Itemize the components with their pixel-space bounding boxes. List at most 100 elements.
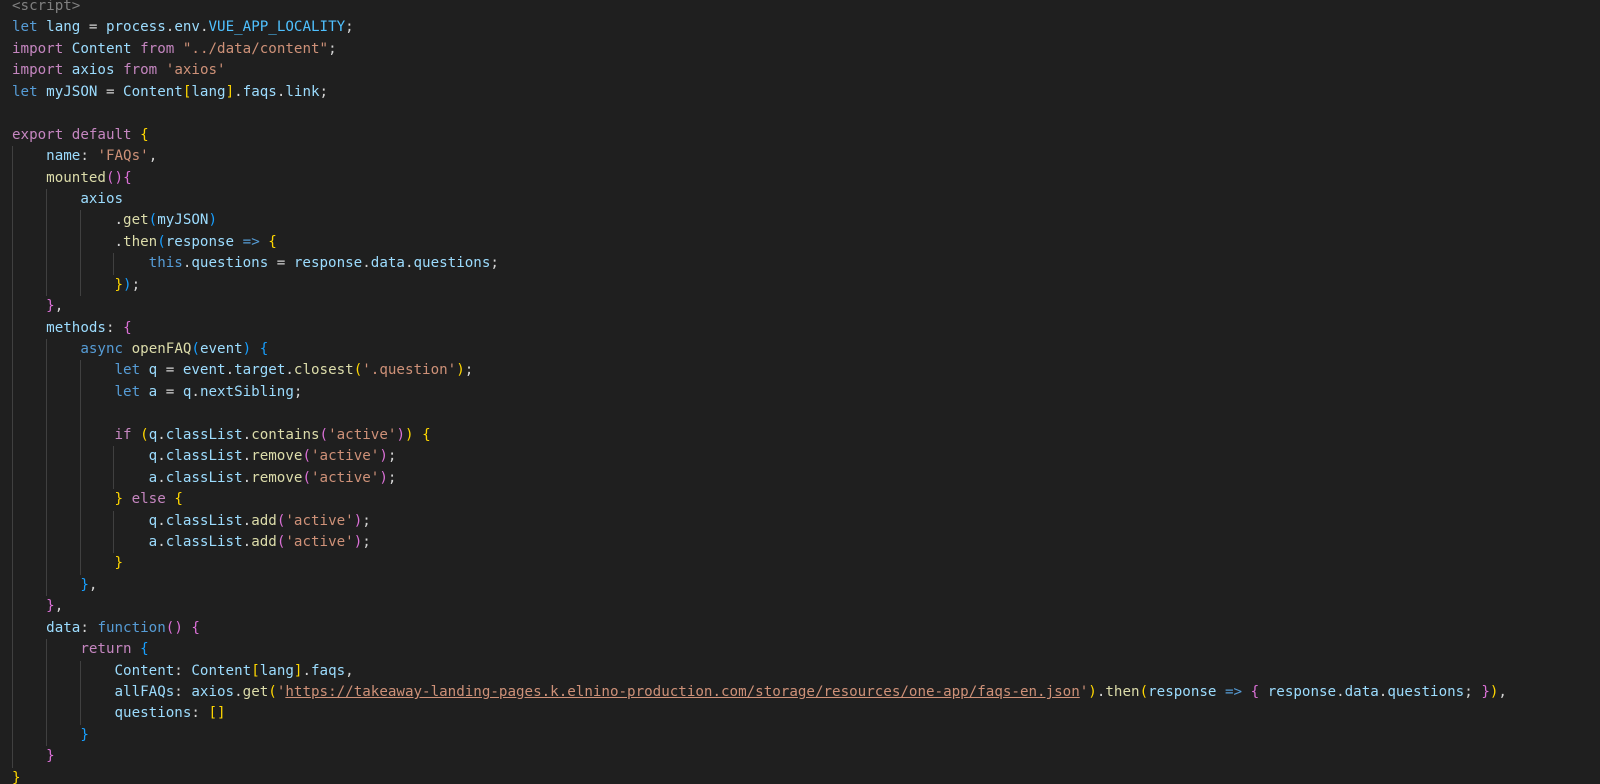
code-token-var: response [1267, 684, 1337, 700]
code-line[interactable]: methods: { [0, 317, 1600, 339]
code-token-op: , [345, 662, 354, 679]
code-line[interactable]: <script> [0, 0, 1600, 17]
code-token-op: ; [293, 383, 303, 400]
code-token-op [1242, 684, 1251, 700]
code-line[interactable]: .get(myJSON) [0, 210, 1600, 232]
indent-guide [45, 531, 47, 554]
code-token-op [132, 41, 141, 57]
code-line[interactable] [0, 103, 1600, 124]
code-line[interactable]: } [0, 553, 1600, 575]
code-line[interactable]: allFAQs: axios.get('https://takeaway-lan… [0, 682, 1600, 704]
code-token-var: q [148, 426, 158, 443]
code-token-var: myJSON [46, 83, 98, 100]
code-line[interactable]: let lang = process.env.VUE_APP_LOCALITY; [0, 17, 1600, 38]
code-token-b2: { [123, 169, 132, 186]
indent-guide [45, 682, 47, 704]
code-token-var: axios [191, 684, 235, 700]
code-line[interactable]: } [0, 724, 1600, 747]
code-line[interactable]: let myJSON = Content[lang].faqs.link; [0, 82, 1600, 103]
code-token-op: . [1336, 684, 1345, 700]
code-token-var: link [285, 83, 320, 100]
code-token-b1: } [114, 491, 124, 508]
code-line[interactable]: if (q.classList.contains('active')) { [0, 424, 1600, 447]
indent-guide [113, 446, 115, 468]
indent-guide [79, 553, 81, 575]
code-token-str: 'axios' [165, 62, 226, 79]
code-token-op: . [157, 512, 166, 529]
code-token-var: data [370, 255, 405, 272]
code-line[interactable]: }, [0, 296, 1600, 318]
code-token-var: q [148, 362, 158, 379]
code-token-fn: closest [293, 362, 354, 379]
code-line[interactable]: }, [0, 574, 1600, 597]
code-line[interactable]: async openFAQ(event) { [0, 339, 1600, 361]
code-line[interactable]: } [0, 746, 1600, 768]
indentation [12, 705, 115, 721]
code-token-ctl: if [114, 426, 132, 443]
code-token-op: ; [1464, 684, 1482, 700]
code-token-var: target [234, 362, 286, 379]
code-token-var: classList [165, 533, 243, 550]
code-line[interactable]: let q = event.target.closest('.question'… [0, 360, 1600, 382]
code-token-var: axios [71, 62, 115, 79]
indent-guide [45, 574, 47, 597]
code-line[interactable]: questions: [] [0, 703, 1600, 725]
code-editor[interactable]: <script> let lang = process.env.VUE_APP_L… [0, 0, 1600, 784]
code-token-b1: ( [268, 684, 277, 700]
code-line[interactable]: import axios from 'axios' [0, 60, 1600, 81]
code-token-kw: let [114, 362, 141, 379]
code-line[interactable]: } [0, 768, 1600, 784]
code-line[interactable]: export default { [0, 125, 1600, 146]
code-line[interactable] [0, 403, 1600, 425]
code-token-var: faqs [311, 662, 346, 679]
code-line[interactable]: name: 'FAQs', [0, 146, 1600, 168]
code-token-op: . [157, 448, 166, 465]
code-line[interactable]: axios [0, 188, 1600, 211]
code-token-fn: get [123, 212, 149, 229]
code-line[interactable]: mounted(){ [0, 167, 1600, 189]
code-token-b1: [] [208, 705, 226, 722]
code-line[interactable]: data: function() { [0, 617, 1600, 640]
code-token-op: : [174, 684, 192, 700]
code-line[interactable]: Content: Content[lang].faqs, [0, 660, 1600, 682]
code-token-op [140, 384, 149, 400]
code-line[interactable]: q.classList.add('active'); [0, 510, 1600, 532]
code-token-var: response [293, 255, 363, 272]
indent-guide [12, 274, 13, 297]
code-token-op: . [234, 83, 243, 100]
indentation [12, 748, 46, 764]
code-line[interactable]: a.classList.remove('active'); [0, 467, 1600, 490]
code-token-op: . [242, 533, 252, 550]
code-line[interactable]: .then(response => { [0, 231, 1600, 254]
code-line[interactable]: a.classList.add('active'); [0, 531, 1600, 554]
code-token-b3: ( [148, 212, 158, 229]
code-token-op [38, 19, 47, 35]
code-line[interactable]: this.questions = response.data.questions… [0, 253, 1600, 275]
code-token-fn: then [123, 233, 158, 250]
code-token-op: : [174, 662, 192, 679]
code-view[interactable]: <script> let lang = process.env.VUE_APP_L… [0, 0, 1600, 784]
code-line[interactable]: q.classList.remove('active'); [0, 446, 1600, 468]
code-token-b1: ] [225, 83, 235, 100]
code-line[interactable]: }, [0, 596, 1600, 618]
indent-guide [12, 553, 13, 575]
indent-guide [12, 381, 13, 404]
code-token-op [132, 641, 141, 657]
indent-guide [12, 531, 13, 554]
code-token-var: a [148, 383, 158, 400]
code-line[interactable]: return { [0, 639, 1600, 661]
code-token-op [115, 62, 124, 78]
code-token-var: questions [114, 705, 192, 722]
code-line[interactable]: let a = q.nextSibling; [0, 381, 1600, 404]
code-line[interactable]: import Content from "../data/content"; [0, 39, 1600, 60]
code-token-op: = [157, 362, 183, 379]
indent-guide [79, 703, 81, 725]
code-token-var: a [148, 469, 158, 486]
indent-guide [12, 317, 13, 339]
code-token-b1: ) [456, 362, 465, 379]
code-line[interactable]: } else { [0, 489, 1600, 511]
code-token-var: data [46, 619, 81, 636]
code-token-op: , [54, 298, 64, 315]
code-line[interactable]: }); [0, 274, 1600, 297]
code-token-b1: ( [353, 362, 363, 379]
